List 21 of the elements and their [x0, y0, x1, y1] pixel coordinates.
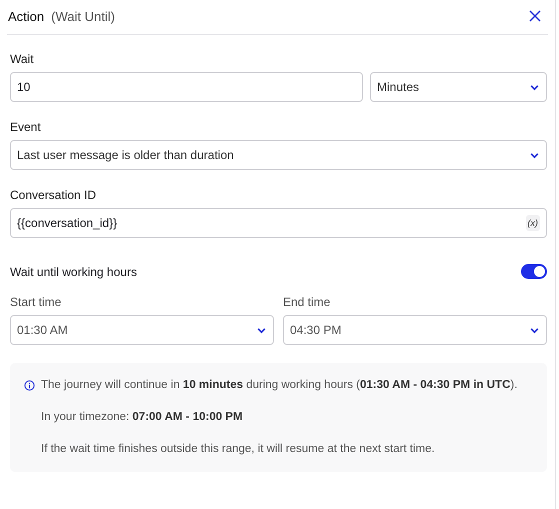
toggle-label: Wait until working hours [10, 264, 137, 278]
dropdown[interactable]: Minutes [370, 72, 547, 102]
field-label: Event [10, 120, 42, 134]
field-label: Start time [10, 295, 62, 309]
text-input-field[interactable]: {{conversation_id}} (x) [10, 208, 547, 238]
toggle-switch[interactable] [521, 264, 547, 279]
panel-subtitle: (Wait Until) [51, 8, 115, 24]
dropdown[interactable]: 01:30 AM [10, 315, 274, 345]
field-label: Conversation ID [10, 188, 98, 202]
info-text: If the wait time finishes outside this range, it will resume at the next start time. [41, 442, 436, 457]
close-button[interactable] [527, 8, 543, 24]
info-text: The journey will continue in 10 minutes during working hours (01:30 AM - 04:30 PM in UTC). [41, 378, 518, 393]
info-text: In your timezone: 07:00 AM - 10:00 PM [41, 410, 244, 425]
field-label: End time [283, 295, 332, 309]
info-icon [24, 380, 35, 391]
number-input-field[interactable]: 10 [10, 72, 363, 102]
dropdown[interactable]: 04:30 PM [283, 315, 547, 345]
panel-title: Action [8, 8, 44, 24]
field-label: Wait [10, 52, 35, 66]
variable-button[interactable]: (x) [526, 215, 540, 231]
dropdown[interactable]: Last user message is older than duration [10, 140, 547, 170]
